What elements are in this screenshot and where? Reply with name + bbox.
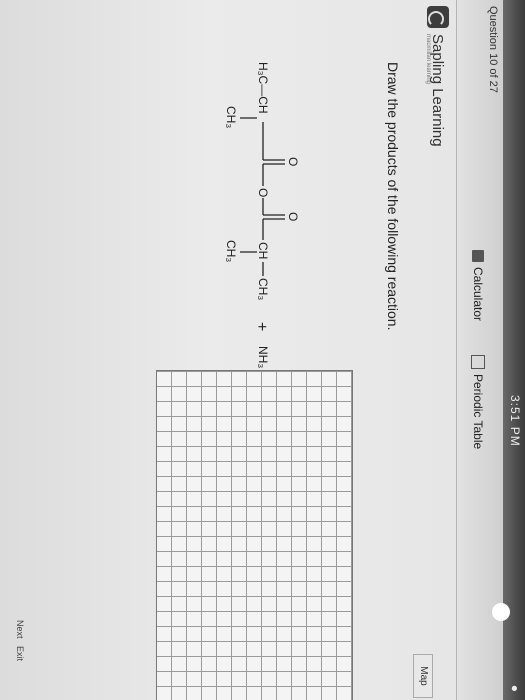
exit-button[interactable]: Exit xyxy=(15,646,25,661)
carbonyl-oxygen-2: O xyxy=(286,212,300,221)
next-button[interactable]: Next xyxy=(15,620,25,639)
bottom-nav: Next Exit xyxy=(15,620,25,661)
scroll-indicator[interactable] xyxy=(492,603,510,621)
screen: 3:51 PM ● Question 10 of 27 Calculator P… xyxy=(0,0,525,700)
reactant-left-group: H₃C—CH xyxy=(256,62,270,114)
carbonyl-oxygen-1: O xyxy=(286,157,300,166)
drawing-canvas[interactable] xyxy=(156,370,353,700)
reactant-left-methyl: CH₃ xyxy=(224,106,238,128)
plus-sign: + xyxy=(253,322,270,331)
reagent-ammonia: NH₃ xyxy=(256,346,270,368)
reactant-right-methyl-end: CH₃ xyxy=(256,278,270,300)
reactant-right-ch: CH xyxy=(256,242,270,259)
ester-oxygen: O xyxy=(256,188,270,197)
reactant-right-methyl-below: CH₃ xyxy=(224,240,238,262)
